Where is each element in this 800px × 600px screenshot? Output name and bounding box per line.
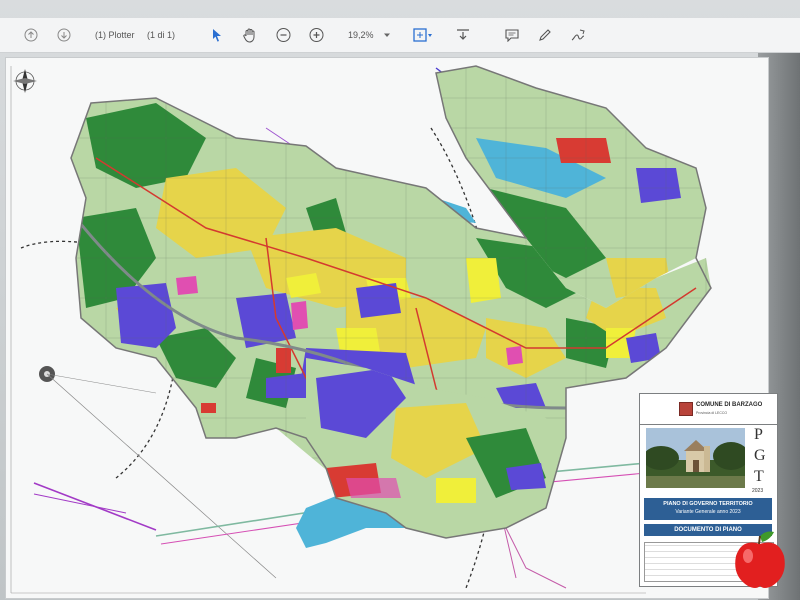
plan-subtitle: Variante Generale anno 2023 bbox=[675, 509, 741, 515]
pgt-letter-g: G bbox=[754, 447, 766, 464]
download-icon[interactable] bbox=[456, 28, 470, 42]
church-photo bbox=[646, 428, 745, 488]
plan-title-band: PIANO DI GOVERNO TERRITORIO Variante Gen… bbox=[644, 498, 772, 520]
north-arrow-icon bbox=[13, 69, 37, 93]
plan-year: 2023 bbox=[752, 488, 764, 494]
zoom-in-icon[interactable] bbox=[309, 28, 324, 43]
page-label[interactable]: (1) Plotter bbox=[95, 30, 135, 40]
page-count: (1 di 1) bbox=[147, 30, 176, 40]
apple-logo-icon bbox=[735, 531, 785, 588]
hand-tool-icon[interactable] bbox=[242, 27, 258, 43]
plan-title: PIANO DI GOVERNO TERRITORIO bbox=[663, 501, 753, 507]
zoom-value[interactable]: 19,2% bbox=[348, 30, 374, 40]
comune-name: COMUNE DI BARZAGO bbox=[696, 402, 763, 408]
sign-icon[interactable] bbox=[571, 28, 587, 42]
pen-icon[interactable] bbox=[538, 28, 552, 42]
pdf-page: COMUNE DI BARZAGO Provincia di LECCO P G… bbox=[6, 58, 778, 598]
pdf-toolbar: (1) Plotter (1 di 1) 19,2% bbox=[0, 18, 800, 53]
title-block-header: COMUNE DI BARZAGO Provincia di LECCO bbox=[640, 394, 777, 425]
comment-icon[interactable] bbox=[505, 28, 519, 42]
fit-page-icon[interactable] bbox=[413, 28, 433, 42]
select-arrow-icon[interactable] bbox=[211, 28, 223, 42]
pgt-letter-p: P bbox=[754, 426, 763, 443]
page-up-icon[interactable] bbox=[24, 28, 38, 42]
page-down-icon[interactable] bbox=[57, 28, 71, 42]
chevron-down-icon[interactable] bbox=[384, 32, 390, 38]
zoom-out-icon[interactable] bbox=[276, 28, 291, 43]
provincia-name: Provincia di LECCO bbox=[696, 411, 728, 415]
pgt-letter-t: T bbox=[754, 468, 764, 485]
municipal-coat-of-arms-icon bbox=[679, 402, 693, 416]
